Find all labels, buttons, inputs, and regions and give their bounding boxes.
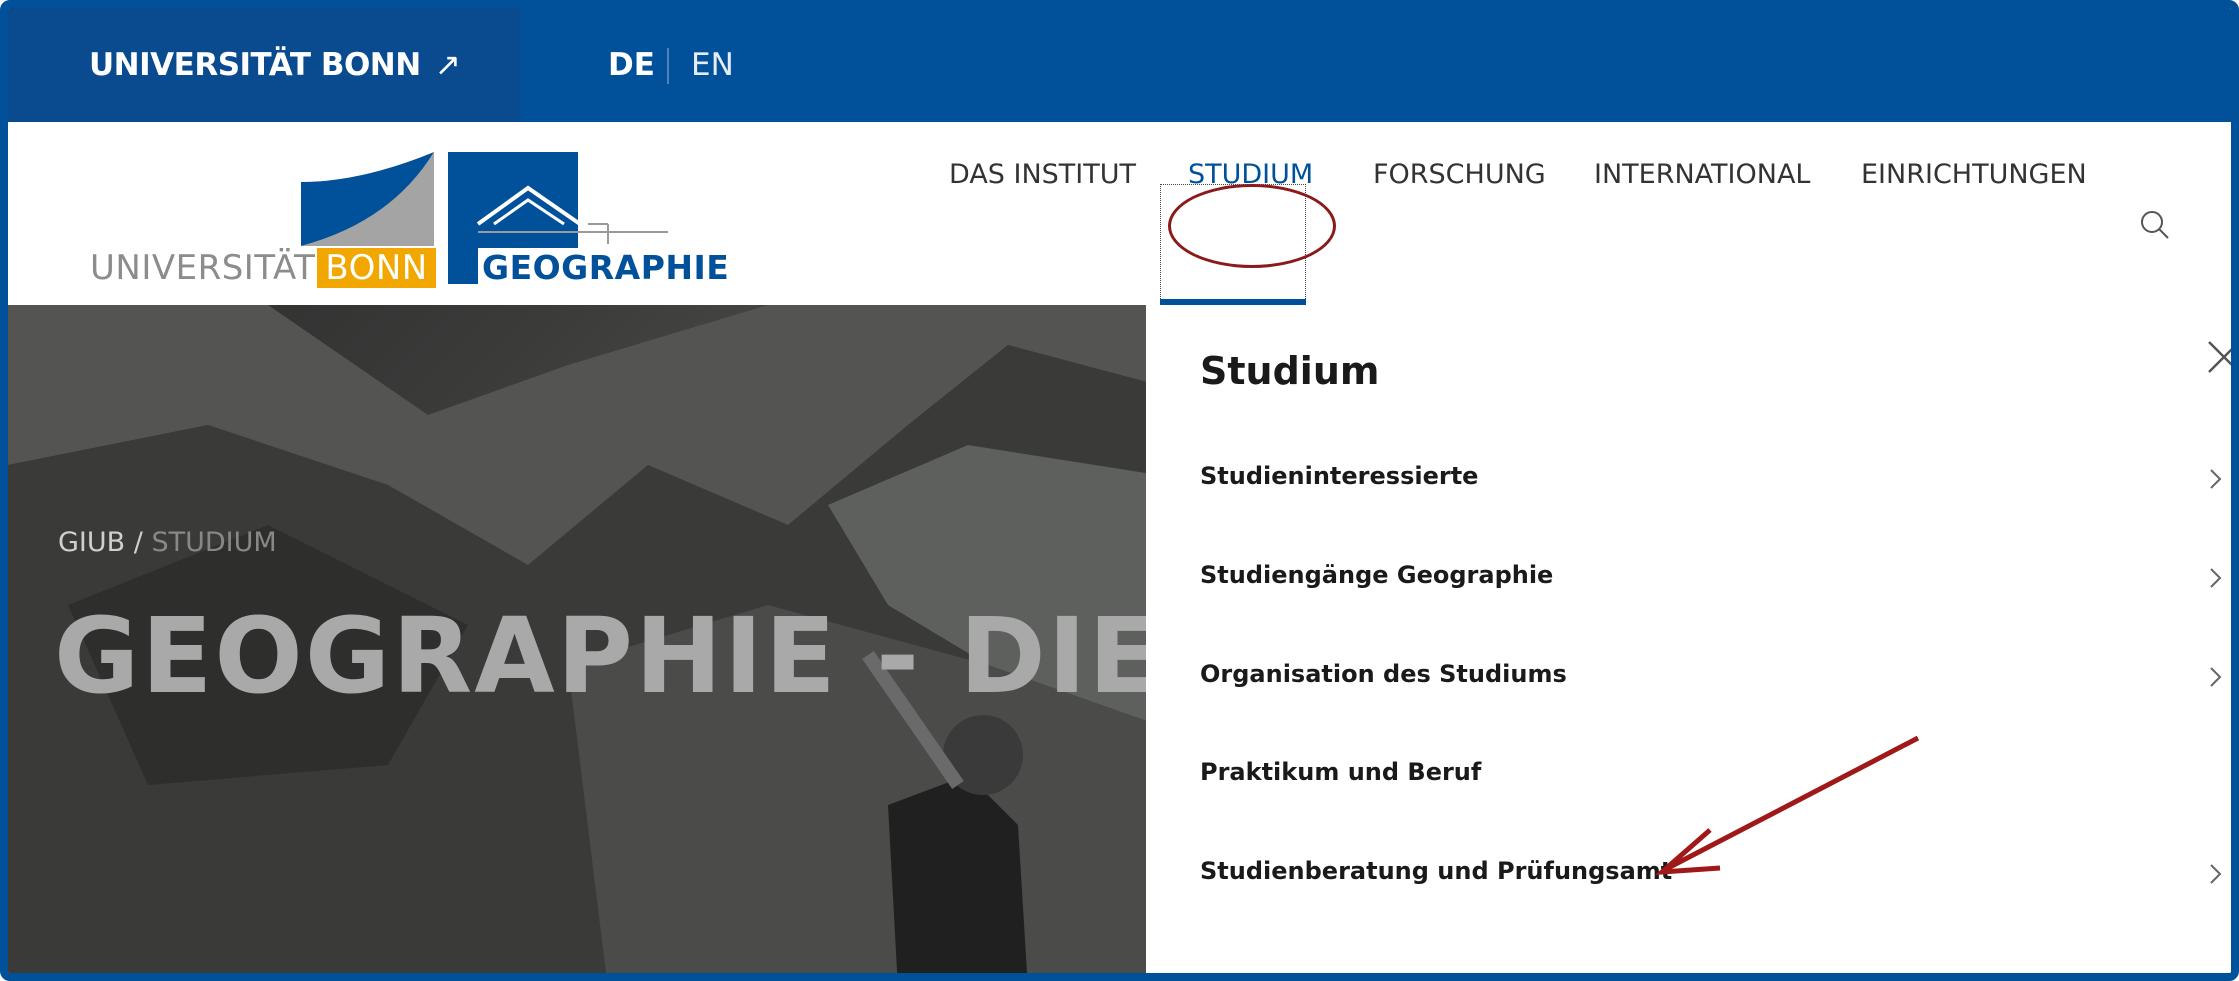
geographie-logo[interactable]: GEOGRAPHIE	[448, 152, 734, 297]
nav-international[interactable]: INTERNATIONAL	[1594, 122, 1810, 305]
dropdown-title: Studium	[1200, 349, 1380, 393]
menu-item-label: Studiengänge Geographie	[1200, 561, 1554, 589]
breadcrumb-current: STUDIUM	[151, 527, 277, 558]
hero-image: GIUB / STUDIUM GEOGRAPHIE - DIE WE	[8, 305, 1158, 973]
breadcrumb-root[interactable]: GIUB	[58, 527, 125, 558]
language-en[interactable]: EN	[691, 8, 734, 122]
logo-bonn-word: BONN	[317, 248, 436, 288]
language-divider	[667, 48, 669, 84]
university-bonn-link[interactable]: UNIVERSITÄT BONN ↗	[8, 8, 520, 122]
logo-university-text: UNIVERSITÄT BONN	[90, 248, 436, 288]
menu-item-label: Studieninteressierte	[1200, 462, 1479, 490]
chevron-right-icon	[2210, 864, 2222, 884]
breadcrumb-separator: /	[125, 527, 152, 558]
menu-item-label: Organisation des Studiums	[1200, 660, 1567, 688]
chevron-right-icon	[2210, 568, 2222, 588]
external-link-icon: ↗	[434, 47, 461, 83]
university-bonn-label: UNIVERSITÄT BONN	[89, 47, 421, 83]
menu-item-studiengaenge-geographie[interactable]: Studiengänge Geographie	[1146, 543, 2231, 613]
menu-item-organisation-des-studiums[interactable]: Organisation des Studiums	[1146, 642, 2231, 712]
menu-item-studieninteressierte[interactable]: Studieninteressierte	[1146, 444, 2231, 514]
annotation-circle	[1168, 184, 1336, 268]
chevron-right-icon	[2210, 667, 2222, 687]
close-icon[interactable]	[2206, 339, 2239, 375]
nav-forschung[interactable]: FORSCHUNG	[1373, 122, 1546, 305]
site-header: UNIVERSITÄT BONN GEOGRAPHIE DAS INSTITUT …	[8, 122, 2231, 305]
annotation-arrow-icon	[1654, 735, 1920, 876]
hero-title: GEOGRAPHIE - DIE WE	[54, 595, 1158, 717]
breadcrumb: GIUB / STUDIUM	[58, 527, 277, 558]
top-bar: UNIVERSITÄT BONN ↗ DE EN	[8, 8, 2231, 122]
search-icon[interactable]	[2138, 208, 2172, 242]
university-bonn-logo[interactable]: UNIVERSITÄT BONN	[90, 122, 440, 305]
browser-frame: UNIVERSITÄT BONN ↗ DE EN UNIVERSITÄT BONN	[0, 0, 2239, 981]
menu-item-label: Studienberatung und Prüfungsamt	[1200, 857, 1673, 885]
nav-das-institut[interactable]: DAS INSTITUT	[949, 122, 1136, 305]
logo-universitaet-word: UNIVERSITÄT	[90, 248, 316, 288]
logo-swoosh-icon	[301, 152, 434, 246]
logo-geographie-text: GEOGRAPHIE	[478, 248, 734, 287]
nav-einrichtungen[interactable]: EINRICHTUNGEN	[1861, 122, 2087, 305]
language-de[interactable]: DE	[608, 8, 655, 122]
menu-item-label: Praktikum und Beruf	[1200, 758, 1482, 786]
chevron-right-icon	[2210, 469, 2222, 489]
